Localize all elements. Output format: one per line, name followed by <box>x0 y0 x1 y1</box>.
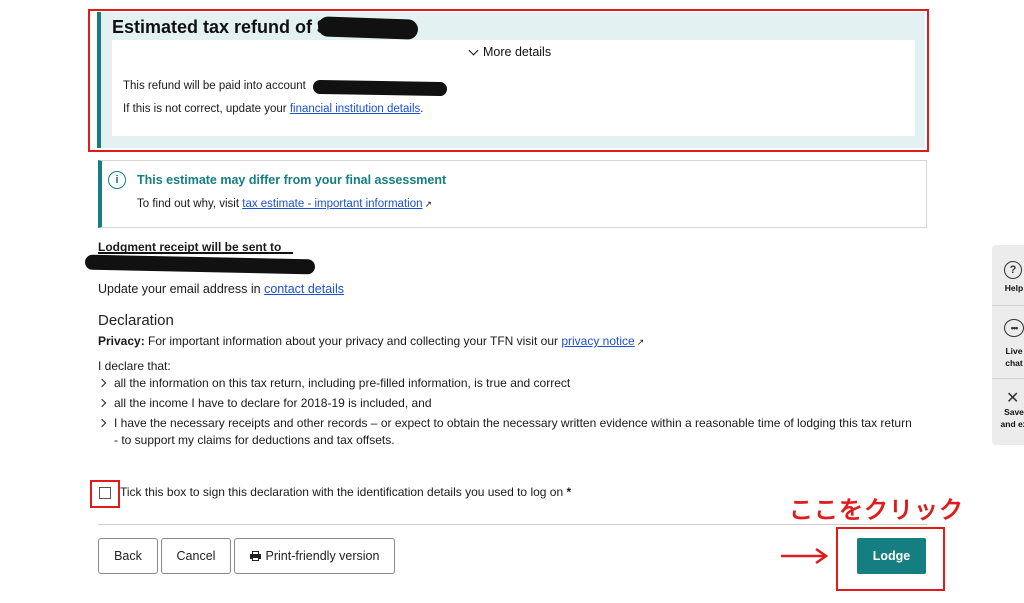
external-link-icon: ↗ <box>636 337 645 347</box>
arrow-right-icon <box>781 547 829 565</box>
declaration-item: all the information on this tax return, … <box>97 375 918 392</box>
checkbox-highlight-box <box>90 480 120 508</box>
side-divider <box>992 378 1024 379</box>
save-exit-label-1[interactable]: Save <box>998 407 1024 417</box>
print-button-label: Print-friendly version <box>265 549 380 563</box>
declaration-item: I have the necessary receipts and other … <box>97 415 918 449</box>
redacted-email <box>84 254 316 275</box>
print-friendly-button[interactable]: Print-friendly version <box>234 538 395 574</box>
question-icon[interactable]: ? <box>1004 261 1022 279</box>
save-exit-label-2[interactable]: and ex <box>998 419 1024 429</box>
email-update-text: Update your email address in contact det… <box>98 282 344 296</box>
info-icon: i <box>108 171 126 189</box>
chevron-right-icon <box>97 395 114 412</box>
privacy-label: Privacy: <box>98 334 145 348</box>
email-update-prefix: Update your email address in <box>98 282 265 296</box>
contact-details-link[interactable]: contact details <box>264 282 344 296</box>
required-mark: * <box>566 485 572 499</box>
side-divider <box>992 305 1024 306</box>
back-button[interactable]: Back <box>98 538 158 574</box>
estimate-notice-text: To find out why, visit tax estimate - im… <box>137 198 432 210</box>
annotation-text: ここをクリック <box>789 497 964 524</box>
live-chat-label-1[interactable]: Live <box>998 346 1024 356</box>
live-chat-label-2[interactable]: chat <box>998 358 1024 368</box>
refund-highlight-box <box>88 9 929 152</box>
declaration-item-text: I have the necessary receipts and other … <box>114 416 912 447</box>
redaction-line <box>98 252 293 254</box>
lodge-highlight-box <box>836 527 945 591</box>
chevron-right-icon <box>97 415 114 449</box>
privacy-notice-link[interactable]: privacy notice <box>561 334 634 348</box>
chevron-right-icon <box>97 375 114 392</box>
tax-estimate-link[interactable]: tax estimate - important information <box>242 198 422 210</box>
estimate-notice-title: This estimate may differ from your final… <box>137 173 447 187</box>
help-label[interactable]: Help <box>998 283 1024 293</box>
declaration-item: all the income I have to declare for 201… <box>97 395 918 412</box>
declaration-intro: I declare that: <box>98 359 171 373</box>
declaration-heading: Declaration <box>98 312 174 329</box>
checkbox-label-text: Tick this box to sign this declaration w… <box>120 485 564 499</box>
declaration-item-text: all the income I have to declare for 201… <box>114 396 432 410</box>
estimate-prefix: To find out why, visit <box>137 198 243 210</box>
privacy-body: For important information about your pri… <box>144 334 562 348</box>
declaration-item-text: all the information on this tax return, … <box>114 376 571 390</box>
sign-declaration-label: Tick this box to sign this declaration w… <box>120 485 571 499</box>
close-icon[interactable]: ✕ <box>1006 388 1019 408</box>
cancel-button[interactable]: Cancel <box>161 538 231 574</box>
chat-icon[interactable]: ••• <box>1004 319 1024 337</box>
printer-icon <box>249 551 261 561</box>
privacy-text: Privacy: For important information about… <box>98 334 644 348</box>
estimate-notice <box>98 160 927 228</box>
external-link-icon: ↗ <box>424 199 433 209</box>
